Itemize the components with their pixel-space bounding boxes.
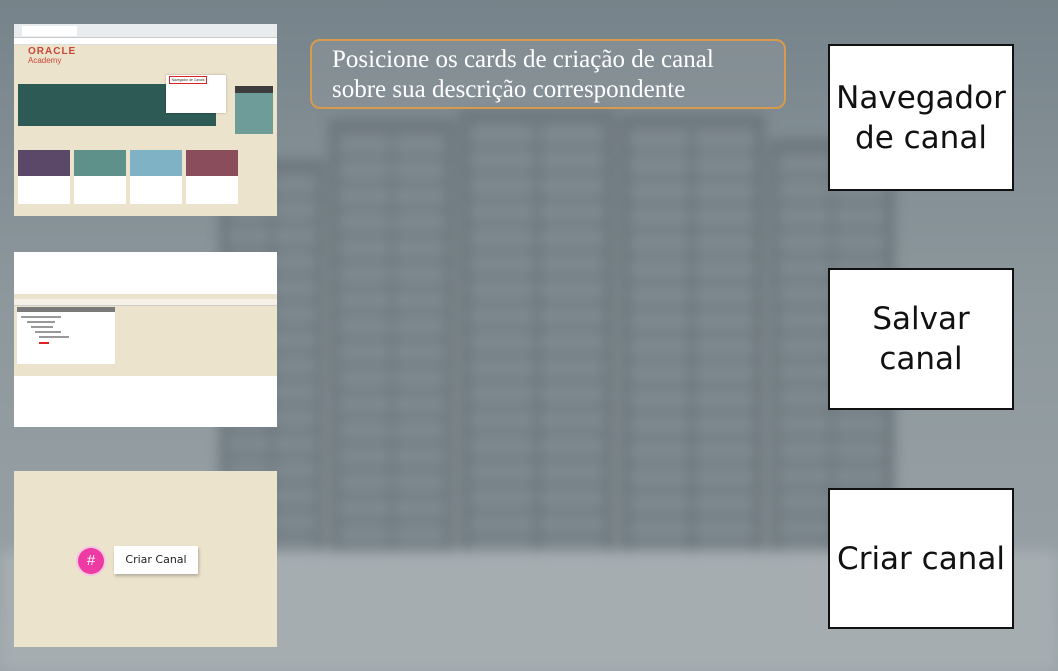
tile (186, 150, 238, 204)
instruction-line-1: Posicione os cards de criação de canal (332, 46, 714, 73)
target-create-channel[interactable]: Criar canal (828, 488, 1014, 629)
tile (18, 150, 70, 204)
side-panel (235, 86, 273, 134)
target-label: Salvar canal (872, 301, 970, 377)
tree-panel (17, 307, 115, 364)
dropdown-highlighted-item: Navegador de Canais (169, 76, 207, 84)
target-channel-browser[interactable]: Navegador de canal (828, 44, 1014, 191)
highlighted-save-option (39, 342, 49, 344)
tile (130, 150, 182, 204)
card-create-channel-screenshot[interactable]: # Criar Canal (14, 471, 277, 647)
menu-bar (14, 299, 277, 306)
address-bar (14, 38, 277, 45)
tile (74, 150, 126, 204)
target-save-channel[interactable]: Salvar canal (828, 268, 1014, 410)
browser-chrome (14, 24, 277, 38)
hash-icon: # (78, 548, 104, 574)
logo-academy: Academy (28, 56, 62, 65)
target-label: Criar canal (837, 540, 1005, 577)
side-panel-header (235, 86, 273, 93)
card-save-channel-screenshot[interactable] (14, 252, 277, 427)
instruction-box: Posicione os cards de criação de canal s… (310, 39, 786, 109)
card-channel-browser-screenshot[interactable]: ORACLE Academy Navegador de Canais (14, 24, 277, 216)
instruction-line-2: sobre sua descrição correspondente (332, 76, 686, 103)
target-label: Navegador de canal (836, 79, 1006, 156)
create-channel-button: Criar Canal (114, 546, 198, 574)
